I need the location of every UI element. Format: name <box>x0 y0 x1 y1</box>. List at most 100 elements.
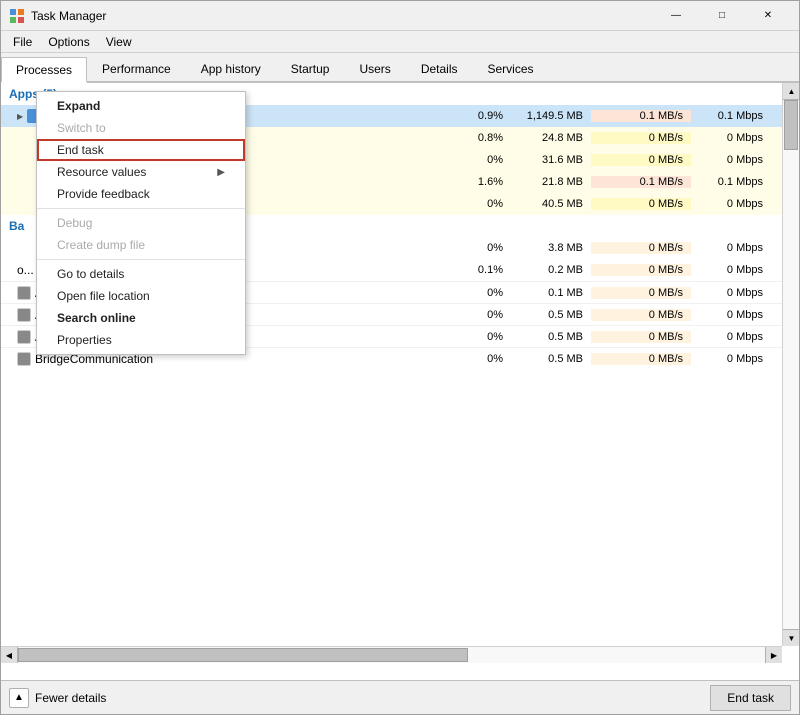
scroll-thumb[interactable] <box>784 100 798 150</box>
row-cpu: 1.6% <box>431 176 511 188</box>
row-disk: 0 MB/s <box>591 287 691 299</box>
row-net: 0 Mbps <box>691 154 771 166</box>
ctx-item-resource-values[interactable]: Resource values ▶ <box>37 161 245 183</box>
context-menu: Expand Switch to End task Resource value… <box>36 91 246 355</box>
tab-details[interactable]: Details <box>406 55 473 81</box>
row-disk: 0 MB/s <box>591 132 691 144</box>
row-mem: 1,149.5 MB <box>511 110 591 122</box>
tab-startup[interactable]: Startup <box>276 55 345 81</box>
submenu-arrow-icon: ▶ <box>217 167 225 178</box>
ctx-item-open-file-location[interactable]: Open file location <box>37 285 245 307</box>
row-net: 0 Mbps <box>691 331 771 343</box>
row-cpu: 0.1% <box>431 264 511 276</box>
row-mem: 21.8 MB <box>511 176 591 188</box>
minimize-button[interactable]: — <box>653 1 699 31</box>
row-mem: 0.1 MB <box>511 287 591 299</box>
status-bar: ▲ Fewer details End task <box>1 680 799 714</box>
menu-file[interactable]: File <box>5 33 40 51</box>
close-button[interactable]: ✕ <box>745 1 791 31</box>
row-mem: 0.2 MB <box>511 264 591 276</box>
window-controls: — □ ✕ <box>653 1 791 31</box>
menu-bar: File Options View <box>1 31 799 53</box>
h-scroll-track <box>18 647 765 663</box>
h-scroll-thumb[interactable] <box>18 648 468 662</box>
row-net: 0 Mbps <box>691 198 771 210</box>
tab-users[interactable]: Users <box>344 55 405 81</box>
chevron-up-icon: ▲ <box>9 688 29 708</box>
ctx-item-properties[interactable]: Properties <box>37 329 245 351</box>
tab-services[interactable]: Services <box>473 55 549 81</box>
tab-performance[interactable]: Performance <box>87 55 186 81</box>
title-bar: Task Manager — □ ✕ <box>1 1 799 31</box>
fewer-details-control[interactable]: ▲ Fewer details <box>9 688 106 708</box>
tab-app-history[interactable]: App history <box>186 55 276 81</box>
tab-processes[interactable]: Processes <box>1 57 87 83</box>
menu-options[interactable]: Options <box>40 33 97 51</box>
expand-icon: ▶ <box>17 112 23 121</box>
row-cpu: 0% <box>431 287 511 299</box>
row-net: 0.1 Mbps <box>691 110 771 122</box>
tab-bar: Processes Performance App history Startu… <box>1 53 799 83</box>
row-net: 0 Mbps <box>691 264 771 276</box>
row-cpu: 0% <box>431 242 511 254</box>
scroll-right-button[interactable]: ▶ <box>765 647 782 664</box>
row-disk: 0.1 MB/s <box>591 110 691 122</box>
row-cpu: 0.8% <box>431 132 511 144</box>
scroll-up-button[interactable]: ▲ <box>783 83 799 100</box>
ctx-item-provide-feedback[interactable]: Provide feedback <box>37 183 245 205</box>
ctx-item-create-dump[interactable]: Create dump file <box>37 234 245 256</box>
end-task-button[interactable]: End task <box>710 685 791 711</box>
maximize-button[interactable]: □ <box>699 1 745 31</box>
scroll-down-button[interactable]: ▼ <box>783 629 799 646</box>
row-disk: 0 MB/s <box>591 331 691 343</box>
ctx-item-go-to-details[interactable]: Go to details <box>37 263 245 285</box>
menu-view[interactable]: View <box>98 33 140 51</box>
ctx-item-expand[interactable]: Expand <box>37 95 245 117</box>
row-cpu: 0% <box>431 309 511 321</box>
row-mem: 0.5 MB <box>511 309 591 321</box>
row-net: 0 Mbps <box>691 242 771 254</box>
ctx-item-switch-to[interactable]: Switch to <box>37 117 245 139</box>
row-disk: 0 MB/s <box>591 242 691 254</box>
row-disk: 0 MB/s <box>591 309 691 321</box>
ctx-item-debug[interactable]: Debug <box>37 212 245 234</box>
vertical-scrollbar[interactable]: ▲ ▼ <box>782 83 799 646</box>
row-net: 0 Mbps <box>691 309 771 321</box>
row-mem: 3.8 MB <box>511 242 591 254</box>
row-disk: 0 MB/s <box>591 198 691 210</box>
row-cpu: 0.9% <box>431 110 511 122</box>
row-cpu: 0% <box>431 198 511 210</box>
fewer-details-label: Fewer details <box>35 691 106 705</box>
row-mem: 31.6 MB <box>511 154 591 166</box>
row-disk: 0.1 MB/s <box>591 176 691 188</box>
row-net: 0 Mbps <box>691 353 771 365</box>
window-title: Task Manager <box>31 9 653 23</box>
row-disk: 0 MB/s <box>591 264 691 276</box>
row-cpu: 0% <box>431 331 511 343</box>
ctx-separator-1 <box>37 208 245 209</box>
row-disk: 0 MB/s <box>591 353 691 365</box>
row-mem: 40.5 MB <box>511 198 591 210</box>
ctx-separator-2 <box>37 259 245 260</box>
horizontal-scrollbar[interactable]: ◀ ▶ <box>1 646 782 663</box>
row-net: 0 Mbps <box>691 132 771 144</box>
proc-name: o... <box>17 263 34 277</box>
proc-icon <box>17 286 31 300</box>
row-cpu: 0% <box>431 353 511 365</box>
ctx-item-search-online[interactable]: Search online <box>37 307 245 329</box>
task-manager-window: Task Manager — □ ✕ File Options View Pro… <box>0 0 800 715</box>
proc-icon <box>17 308 31 322</box>
row-net: 0.1 Mbps <box>691 176 771 188</box>
row-disk: 0 MB/s <box>591 154 691 166</box>
row-mem: 0.5 MB <box>511 353 591 365</box>
row-net: 0 Mbps <box>691 287 771 299</box>
ctx-item-end-task[interactable]: End task <box>37 139 245 161</box>
row-mem: 0.5 MB <box>511 331 591 343</box>
proc-icon <box>17 330 31 344</box>
scroll-left-button[interactable]: ◀ <box>1 647 18 664</box>
app-icon <box>9 8 25 24</box>
proc-icon <box>17 352 31 366</box>
row-mem: 24.8 MB <box>511 132 591 144</box>
scroll-track <box>783 100 799 629</box>
row-cpu: 0% <box>431 154 511 166</box>
